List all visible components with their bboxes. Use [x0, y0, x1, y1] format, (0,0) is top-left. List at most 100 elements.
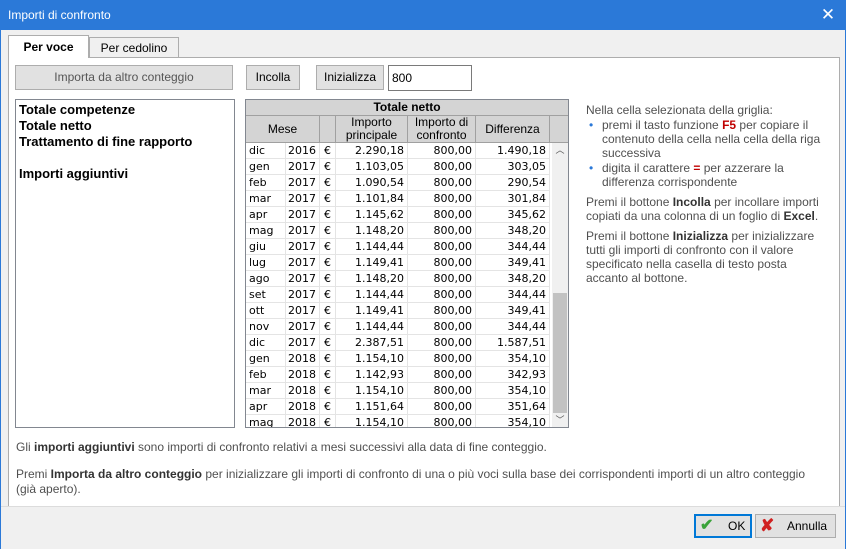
cell-year[interactable]: 2018 [286, 383, 320, 398]
cell-month[interactable]: nov [246, 319, 286, 334]
cell-month[interactable]: ott [246, 303, 286, 318]
cell-differenza[interactable]: 349,41 [476, 303, 550, 318]
cell-differenza[interactable]: 301,84 [476, 191, 550, 206]
cell-importo-confronto[interactable]: 800,00 [408, 415, 476, 427]
cell-differenza[interactable]: 348,20 [476, 223, 550, 238]
cell-differenza[interactable]: 354,10 [476, 351, 550, 366]
cell-importo-confronto[interactable]: 800,00 [408, 303, 476, 318]
cell-importo-confronto[interactable]: 800,00 [408, 383, 476, 398]
cell-differenza[interactable]: 351,64 [476, 399, 550, 414]
table-row[interactable]: mar 2017 €1.101,84 800,00 301,84 [246, 191, 550, 207]
cell-year[interactable]: 2018 [286, 351, 320, 366]
table-row[interactable]: mag 2017 €1.148,20 800,00 348,20 [246, 223, 550, 239]
cell-month[interactable]: gen [246, 159, 286, 174]
cell-month[interactable]: lug [246, 255, 286, 270]
cell-importo-principale[interactable]: 1.151,64 [336, 399, 408, 414]
cell-year[interactable]: 2018 [286, 367, 320, 382]
cell-importo-principale[interactable]: 1.148,20 [336, 271, 408, 286]
list-item[interactable]: Importi aggiuntivi [16, 166, 234, 182]
cell-differenza[interactable]: 303,05 [476, 159, 550, 174]
cell-differenza[interactable]: 354,10 [476, 383, 550, 398]
cell-differenza[interactable]: 354,10 [476, 415, 550, 427]
cell-importo-principale[interactable]: 1.144,44 [336, 319, 408, 334]
cell-differenza[interactable]: 349,41 [476, 255, 550, 270]
cell-importo-principale[interactable]: 1.154,10 [336, 415, 408, 427]
cell-differenza[interactable]: 348,20 [476, 271, 550, 286]
import-from-other-button[interactable]: Importa da altro conteggio [15, 65, 233, 90]
cell-year[interactable]: 2017 [286, 335, 320, 350]
list-item[interactable]: Trattamento di fine rapporto [16, 134, 234, 150]
table-row[interactable]: gen 2017 €1.103,05 800,00 303,05 [246, 159, 550, 175]
cell-importo-confronto[interactable]: 800,00 [408, 207, 476, 222]
table-row[interactable]: gen 2018 €1.154,10 800,00 354,10 [246, 351, 550, 367]
column-header-importo-principale[interactable]: Importo principale [336, 116, 408, 143]
cell-importo-confronto[interactable]: 800,00 [408, 239, 476, 254]
cell-differenza[interactable]: 290,54 [476, 175, 550, 190]
scroll-down-icon[interactable]: ﹀ [552, 413, 568, 427]
cell-importo-principale[interactable]: 1.149,41 [336, 255, 408, 270]
cell-importo-principale[interactable]: 1.145,62 [336, 207, 408, 222]
table-row[interactable]: giu 2017 €1.144,44 800,00 344,44 [246, 239, 550, 255]
cell-month[interactable]: mag [246, 415, 286, 427]
cell-month[interactable]: gen [246, 351, 286, 366]
table-row[interactable]: ago 2017 €1.148,20 800,00 348,20 [246, 271, 550, 287]
cell-importo-principale[interactable]: 2.387,51 [336, 335, 408, 350]
table-row[interactable]: mag 2018 €1.154,10 800,00 354,10 [246, 415, 550, 427]
table-row[interactable]: apr 2018 €1.151,64 800,00 351,64 [246, 399, 550, 415]
grid-scrollbar[interactable]: ︿ ﹀ [552, 143, 568, 427]
cell-month[interactable]: mar [246, 383, 286, 398]
cell-year[interactable]: 2018 [286, 399, 320, 414]
cell-importo-principale[interactable]: 2.290,18 [336, 143, 408, 158]
cell-importo-confronto[interactable]: 800,00 [408, 335, 476, 350]
cell-importo-confronto[interactable]: 800,00 [408, 255, 476, 270]
cell-importo-confronto[interactable]: 800,00 [408, 175, 476, 190]
cell-year[interactable]: 2017 [286, 303, 320, 318]
cell-year[interactable]: 2017 [286, 223, 320, 238]
table-row[interactable]: feb 2018 €1.142,93 800,00 342,93 [246, 367, 550, 383]
cell-year[interactable]: 2017 [286, 207, 320, 222]
cell-importo-confronto[interactable]: 800,00 [408, 271, 476, 286]
initialize-button[interactable]: Inizializza [316, 65, 384, 90]
cell-importo-confronto[interactable]: 800,00 [408, 351, 476, 366]
cell-importo-principale[interactable]: 1.090,54 [336, 175, 408, 190]
cell-year[interactable]: 2017 [286, 287, 320, 302]
cell-importo-confronto[interactable]: 800,00 [408, 319, 476, 334]
cell-importo-principale[interactable]: 1.142,93 [336, 367, 408, 382]
cell-year[interactable]: 2017 [286, 159, 320, 174]
cell-year[interactable]: 2017 [286, 191, 320, 206]
cell-year[interactable]: 2017 [286, 255, 320, 270]
tab-per-cedolino[interactable]: Per cedolino [89, 37, 179, 58]
table-row[interactable]: lug 2017 €1.149,41 800,00 349,41 [246, 255, 550, 271]
cell-importo-confronto[interactable]: 800,00 [408, 223, 476, 238]
cell-differenza[interactable]: 344,44 [476, 287, 550, 302]
cell-differenza[interactable]: 344,44 [476, 319, 550, 334]
cell-month[interactable]: ago [246, 271, 286, 286]
cell-importo-confronto[interactable]: 800,00 [408, 367, 476, 382]
ok-button[interactable]: ✔ OK [694, 514, 752, 538]
init-value-input[interactable] [388, 65, 472, 91]
cell-importo-confronto[interactable]: 800,00 [408, 287, 476, 302]
cell-importo-principale[interactable]: 1.149,41 [336, 303, 408, 318]
cell-importo-principale[interactable]: 1.101,84 [336, 191, 408, 206]
cell-month[interactable]: feb [246, 175, 286, 190]
cell-importo-principale[interactable]: 1.103,05 [336, 159, 408, 174]
scroll-up-icon[interactable]: ︿ [552, 143, 568, 157]
cell-year[interactable]: 2018 [286, 415, 320, 427]
table-row[interactable]: apr 2017 €1.145,62 800,00 345,62 [246, 207, 550, 223]
column-header-mese[interactable]: Mese [246, 116, 320, 143]
cell-importo-confronto[interactable]: 800,00 [408, 399, 476, 414]
cell-month[interactable]: mag [246, 223, 286, 238]
list-item[interactable]: Totale competenze [16, 102, 234, 118]
cell-importo-principale[interactable]: 1.154,10 [336, 351, 408, 366]
tab-per-voce[interactable]: Per voce [8, 35, 89, 58]
cell-month[interactable]: apr [246, 399, 286, 414]
cell-differenza[interactable]: 1.490,18 [476, 143, 550, 158]
table-row[interactable]: ott 2017 €1.149,41 800,00 349,41 [246, 303, 550, 319]
table-row[interactable]: nov 2017 €1.144,44 800,00 344,44 [246, 319, 550, 335]
cancel-button[interactable]: ✘ Annulla [755, 514, 836, 538]
voci-list[interactable]: Totale competenze Totale netto Trattamen… [15, 99, 235, 428]
cell-importo-principale[interactable]: 1.144,44 [336, 239, 408, 254]
table-row[interactable]: feb 2017 €1.090,54 800,00 290,54 [246, 175, 550, 191]
paste-button[interactable]: Incolla [246, 65, 300, 90]
comparison-grid[interactable]: Totale netto Mese Importo principale Imp… [245, 99, 569, 428]
